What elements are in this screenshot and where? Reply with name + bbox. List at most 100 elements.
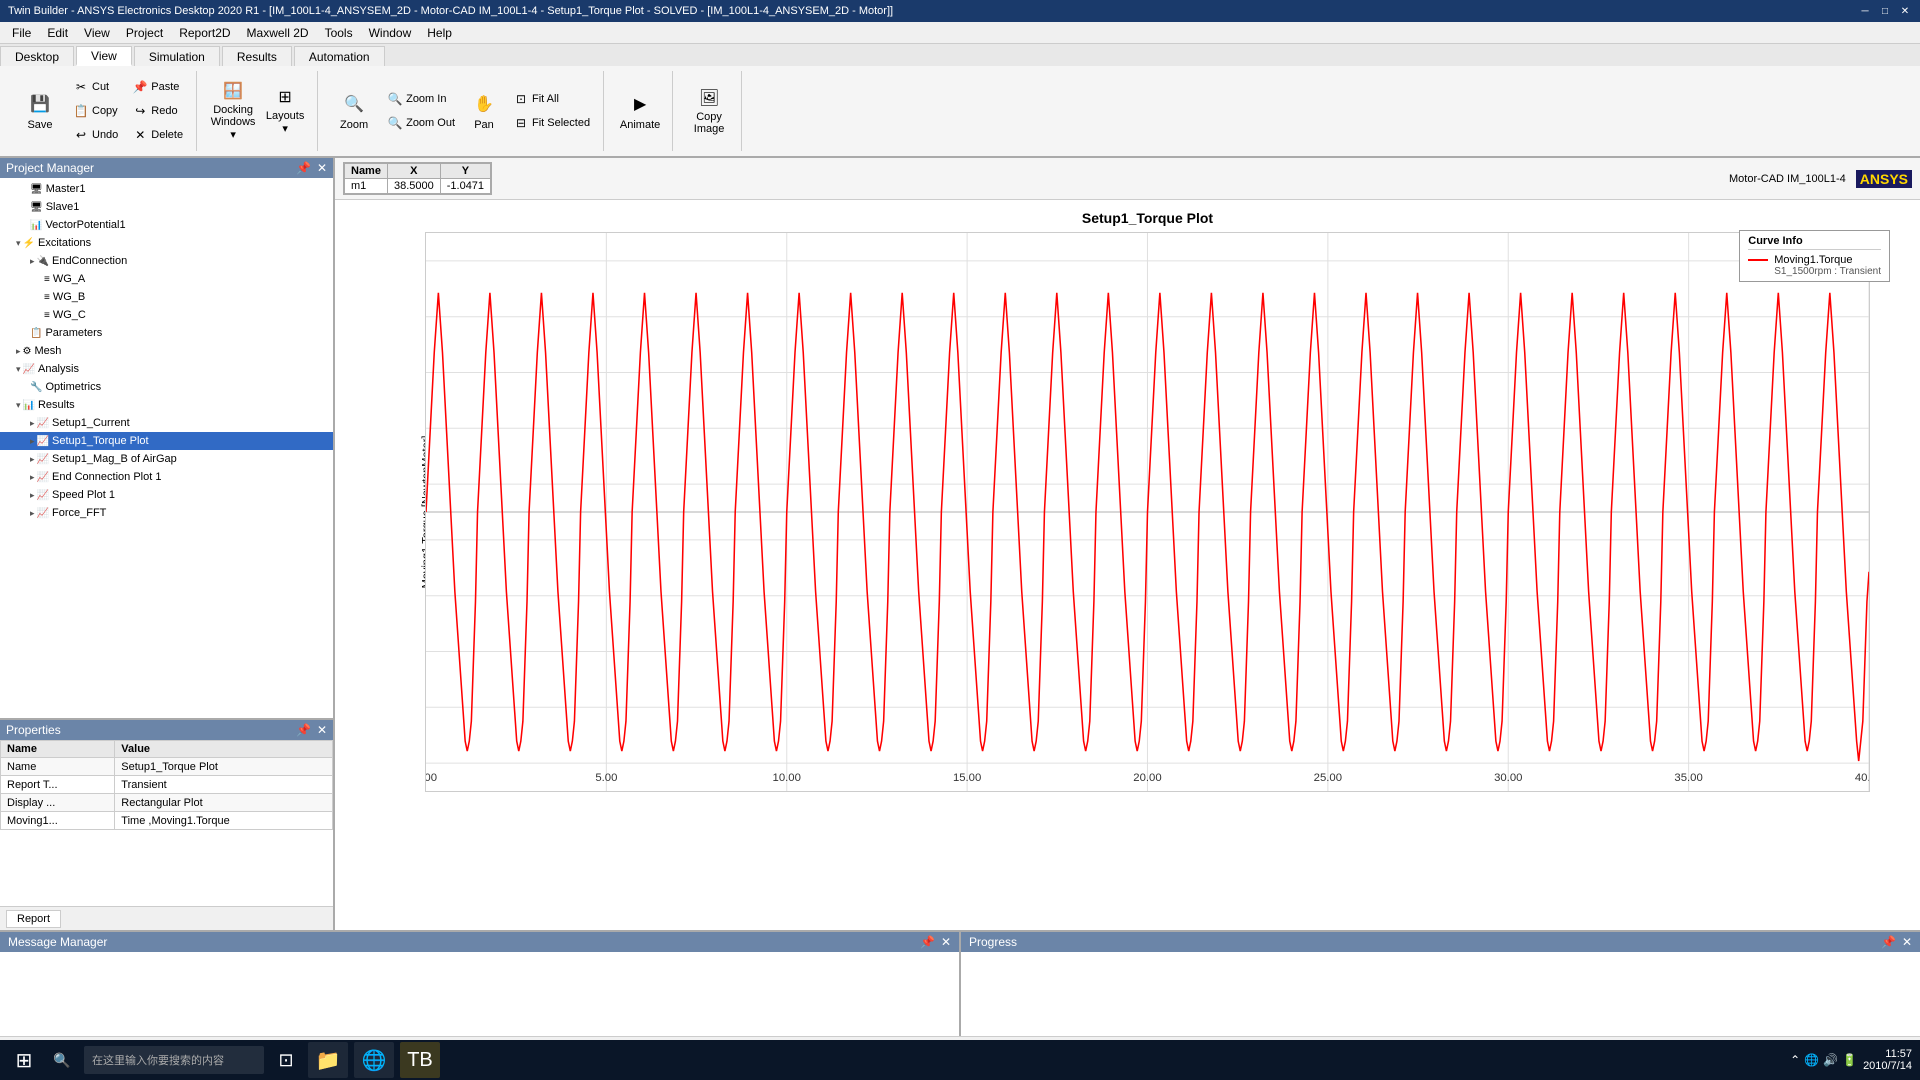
save-button[interactable]: 💾 Save [16, 82, 64, 140]
tree-mesh[interactable]: ▸ ⚙Mesh [0, 342, 333, 360]
cut-button[interactable]: ✂ Cut [68, 76, 123, 98]
minimize-button[interactable]: ─ [1858, 4, 1872, 18]
menu-window[interactable]: Window [361, 24, 420, 42]
taskbar-search[interactable]: 在这里输入你要搜索的内容 [84, 1046, 264, 1074]
properties-controls: 📌 ✕ [296, 723, 327, 737]
redo-button[interactable]: ↪ Redo [127, 100, 188, 122]
curve-info-title: Curve Info [1748, 235, 1881, 250]
wgc-icon: ≡ [44, 310, 50, 321]
progress-close[interactable]: ✕ [1902, 935, 1912, 949]
menu-project[interactable]: Project [118, 24, 171, 42]
copy-image-button[interactable]: 🖼 CopyImage [685, 82, 733, 140]
menu-file[interactable]: File [4, 24, 39, 42]
message-manager-title: Message Manager [8, 935, 107, 949]
properties-close[interactable]: ✕ [317, 723, 327, 737]
tree-optimetrics[interactable]: 🔧Optimetrics [0, 378, 333, 396]
prop-name-value[interactable]: Setup1_Torque Plot [115, 758, 333, 776]
progress-panel: Progress 📌 ✕ [961, 932, 1920, 1036]
prop-display-value[interactable]: Rectangular Plot [115, 794, 333, 812]
tab-desktop[interactable]: Desktop [0, 46, 74, 66]
project-manager-pin[interactable]: 📌 [296, 161, 311, 175]
progress-pin[interactable]: 📌 [1881, 935, 1896, 949]
prop-row-report-type: Report T... Transient [1, 776, 333, 794]
tree-parameters[interactable]: 📋Parameters [0, 324, 333, 342]
prop-report-type-value[interactable]: Transient [115, 776, 333, 794]
tree-slave1[interactable]: 🖥Slave1 [0, 198, 333, 216]
master1-icon: 🖥 [30, 184, 43, 195]
tree-wgc[interactable]: ≡WG_C [0, 306, 333, 324]
tab-view[interactable]: View [76, 46, 132, 66]
fit-selected-icon: ⊟ [513, 115, 529, 131]
svg-text:30.00: 30.00 [1494, 772, 1522, 784]
svg-text:15.00: 15.00 [953, 772, 981, 784]
tray-volume: 🔊 [1823, 1053, 1838, 1067]
prop-row-display: Display ... Rectangular Plot [1, 794, 333, 812]
delete-button[interactable]: ✕ Delete [127, 124, 188, 146]
tree-speed-plot[interactable]: ▸ 📈Speed Plot 1 [0, 486, 333, 504]
report-tab-item[interactable]: Report [6, 910, 61, 928]
taskbar-search-text: 在这里输入你要搜索的内容 [92, 1052, 224, 1068]
zoom-out-button[interactable]: 🔍 Zoom Out [382, 112, 460, 134]
message-manager-close[interactable]: ✕ [941, 935, 951, 949]
prop-moving-value[interactable]: Time ,Moving1.Torque [115, 812, 333, 830]
menu-tools[interactable]: Tools [317, 24, 361, 42]
copy-button[interactable]: 📋 Copy [68, 100, 123, 122]
project-manager-title: Project Manager [6, 161, 94, 175]
tree-master1[interactable]: 🖥Master1 [0, 180, 333, 198]
fit-all-button[interactable]: ⊡ Fit All [508, 88, 595, 110]
tab-simulation[interactable]: Simulation [134, 46, 220, 66]
force-fft-icon: 📈 [37, 508, 49, 519]
speed-plot-icon: 📈 [37, 490, 49, 501]
zoom-button[interactable]: 🔍 Zoom [330, 82, 378, 140]
menu-maxwell2d[interactable]: Maxwell 2D [239, 24, 317, 42]
svg-text:10.00: 10.00 [773, 772, 801, 784]
menu-view[interactable]: View [76, 24, 118, 42]
tree-excitations[interactable]: ▾ ⚡Excitations [0, 234, 333, 252]
tree-vectorpotential1[interactable]: 📊VectorPotential1 [0, 216, 333, 234]
tree-wga[interactable]: ≡WG_A [0, 270, 333, 288]
restore-button[interactable]: □ [1878, 4, 1892, 18]
tray-network: 🌐 [1804, 1053, 1819, 1067]
prop-display-label: Display ... [1, 794, 115, 812]
fit-selected-button[interactable]: ⊟ Fit Selected [508, 112, 595, 134]
tree-results[interactable]: ▾ 📊Results [0, 396, 333, 414]
project-manager-close[interactable]: ✕ [317, 161, 327, 175]
tree-analysis[interactable]: ▾ 📈Analysis [0, 360, 333, 378]
tab-results[interactable]: Results [222, 46, 292, 66]
start-button[interactable]: ⊞ [8, 1044, 40, 1076]
paste-icon: 📌 [132, 79, 148, 95]
menu-edit[interactable]: Edit [39, 24, 76, 42]
layouts-icon: ⊞ [273, 87, 297, 107]
pan-button[interactable]: ✋ Pan [464, 82, 504, 140]
tab-automation[interactable]: Automation [294, 46, 385, 66]
taskbar-chrome[interactable]: 🌐 [354, 1042, 394, 1078]
tree-setup1-mag-b[interactable]: ▸ 📈Setup1_Mag_B of AirGap [0, 450, 333, 468]
tray-chevron[interactable]: ⌃ [1790, 1053, 1800, 1067]
layouts-button[interactable]: ⊞ Layouts ▾ [261, 82, 309, 140]
tree-setup1-current[interactable]: ▸ 📈Setup1_Current [0, 414, 333, 432]
tray-battery: 🔋 [1842, 1053, 1857, 1067]
close-button[interactable]: ✕ [1898, 4, 1912, 18]
task-view-button[interactable]: ⊡ [270, 1044, 302, 1076]
tree-setup1-torque-plot[interactable]: ▸ 📈Setup1_Torque Plot [0, 432, 333, 450]
setup1-torque-icon: 📈 [37, 436, 49, 447]
taskbar-file-explorer[interactable]: 📁 [308, 1042, 348, 1078]
message-manager-pin[interactable]: 📌 [920, 935, 935, 949]
mesh-icon: ⚙ [23, 346, 32, 357]
undo-button[interactable]: ↩ Undo [68, 124, 123, 146]
search-button[interactable]: 🔍 [46, 1044, 78, 1076]
paste-button[interactable]: 📌 Paste [127, 76, 188, 98]
title-bar: Twin Builder - ANSYS Electronics Desktop… [0, 0, 1920, 22]
menu-report2d[interactable]: Report2D [171, 24, 238, 42]
properties-pin[interactable]: 📌 [296, 723, 311, 737]
tree-wgb[interactable]: ≡WG_B [0, 288, 333, 306]
svg-text:40.00: 40.00 [1855, 772, 1870, 784]
animate-button[interactable]: ▶ Animate [616, 82, 664, 140]
tree-end-connection-plot[interactable]: ▸ 📈End Connection Plot 1 [0, 468, 333, 486]
docking-windows-button[interactable]: 🪟 Docking Windows ▾ [209, 82, 257, 140]
taskbar-ansys[interactable]: TB [400, 1042, 440, 1078]
zoom-in-button[interactable]: 🔍 Zoom In [382, 88, 460, 110]
tree-force-fft[interactable]: ▸ 📈Force_FFT [0, 504, 333, 522]
tree-endconnection[interactable]: ▸ 🔌EndConnection [0, 252, 333, 270]
menu-help[interactable]: Help [419, 24, 460, 42]
